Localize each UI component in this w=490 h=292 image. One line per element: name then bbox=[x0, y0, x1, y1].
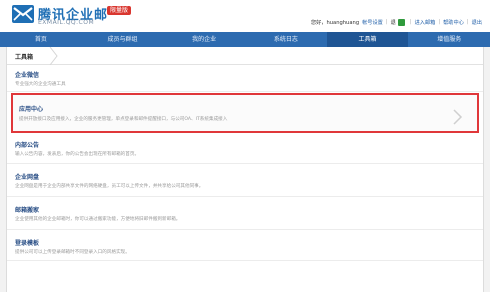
tool-row-app-center[interactable]: 应用中心 提供开放接口及应用接入，企业的服务更管理，单点登录和邮件提醒接口，与公… bbox=[11, 93, 479, 133]
top-header: 腾讯企业邮 限量版 EXMAIL.QQ.COM 您好，huanghuang 帐号… bbox=[0, 0, 490, 32]
separator: | bbox=[385, 19, 388, 25]
nav-tab-my-company[interactable]: 我的企业 bbox=[163, 32, 245, 47]
tool-description: 输入公告内容，发表后，你的公告会出现在所有邮箱的首页。 bbox=[15, 152, 140, 157]
breadcrumb: 工具箱 bbox=[7, 47, 483, 65]
separator: | bbox=[409, 19, 412, 25]
user-toolbar: 您好，huanghuang 帐号设置 | 退 | 进入邮箱 | 帮助中心 | 退… bbox=[311, 17, 482, 27]
breadcrumb-label: 工具箱 bbox=[15, 54, 34, 61]
nav-tab-value-added[interactable]: 增值服务 bbox=[408, 32, 490, 47]
tool-row-login-template[interactable]: 登录模板 提供公司可以上传登录邮箱时不同登录入口的风格实现。 bbox=[7, 231, 483, 261]
tool-description: 企业网盘是用于企业内部共享文件的网络硬盘，员工可以上传文件，并共享给公司其他同事… bbox=[15, 184, 204, 189]
nav-tab-toolbox[interactable]: 工具箱 bbox=[326, 32, 409, 47]
tool-row-netdisk[interactable]: 企业网盘 企业网盘是用于企业内部共享文件的网络硬盘，员工可以上传文件，并共享给公… bbox=[7, 165, 483, 197]
toolbox-panel: 工具箱 企业微信 专业强大的企业沟通工具 应用中心 提供开放接口及应用接入，企业… bbox=[6, 47, 484, 292]
exit-link[interactable]: 退 bbox=[391, 19, 396, 26]
nav-tab-system-log[interactable]: 系统日志 bbox=[245, 32, 327, 47]
brand-domain: EXMAIL.QQ.COM bbox=[38, 19, 95, 26]
tool-title[interactable]: 登录模板 bbox=[15, 238, 39, 247]
enter-mailbox-link[interactable]: 进入邮箱 bbox=[415, 19, 436, 26]
tool-description: 专业强大的企业沟通工具 bbox=[15, 82, 66, 87]
help-center-link[interactable]: 帮助中心 bbox=[443, 19, 464, 26]
tool-title[interactable]: 企业微信 bbox=[15, 70, 39, 79]
account-settings-link[interactable]: 帐号设置 bbox=[362, 19, 383, 26]
greeting-text: 您好，huanghuang bbox=[310, 19, 360, 26]
breadcrumb-arrow-icon bbox=[49, 47, 58, 65]
tool-title[interactable]: 应用中心 bbox=[19, 104, 43, 113]
tool-title[interactable]: 内部公告 bbox=[15, 140, 39, 149]
brand-logo[interactable]: 腾讯企业邮 限量版 EXMAIL.QQ.COM bbox=[12, 4, 162, 28]
logout-link[interactable]: 退出 bbox=[472, 19, 482, 26]
mail-logo-icon bbox=[12, 5, 34, 23]
separator: | bbox=[438, 19, 441, 25]
tool-row-mail-migration[interactable]: 邮箱搬家 企业使用其他的企业邮箱时，你可以通过搬家功能，方便地将旧邮件搬到新邮箱… bbox=[7, 198, 483, 230]
tool-description: 提供公司可以上传登录邮箱时不同登录入口的风格实现。 bbox=[15, 250, 130, 255]
tool-description: 企业使用其他的企业邮箱时，你可以通过搬家功能，方便地将旧邮件搬到新邮箱。 bbox=[15, 217, 181, 222]
separator: | bbox=[466, 19, 469, 25]
tool-row-announcement[interactable]: 内部公告 输入公告内容，发表后，你的公告会出现在所有邮箱的首页。 bbox=[7, 134, 483, 164]
main-nav: 首页 成员与群组 我的企业 系统日志 工具箱 增值服务 bbox=[0, 32, 490, 47]
tool-title[interactable]: 企业网盘 bbox=[15, 172, 39, 181]
nav-tab-home[interactable]: 首页 bbox=[0, 32, 82, 47]
tool-row-enterprise-wechat[interactable]: 企业微信 专业强大的企业沟通工具 bbox=[7, 66, 483, 92]
tool-description: 提供开放接口及应用接入，企业的服务更管理，单点登录和邮件提醒接口，与公司OA、I… bbox=[19, 117, 228, 122]
mail-app-icon[interactable] bbox=[397, 18, 405, 26]
tool-title[interactable]: 邮箱搬家 bbox=[15, 205, 39, 214]
chevron-right-icon[interactable] bbox=[453, 109, 463, 125]
brand-badge: 限量版 bbox=[107, 6, 132, 15]
nav-tab-members[interactable]: 成员与群组 bbox=[82, 32, 164, 47]
